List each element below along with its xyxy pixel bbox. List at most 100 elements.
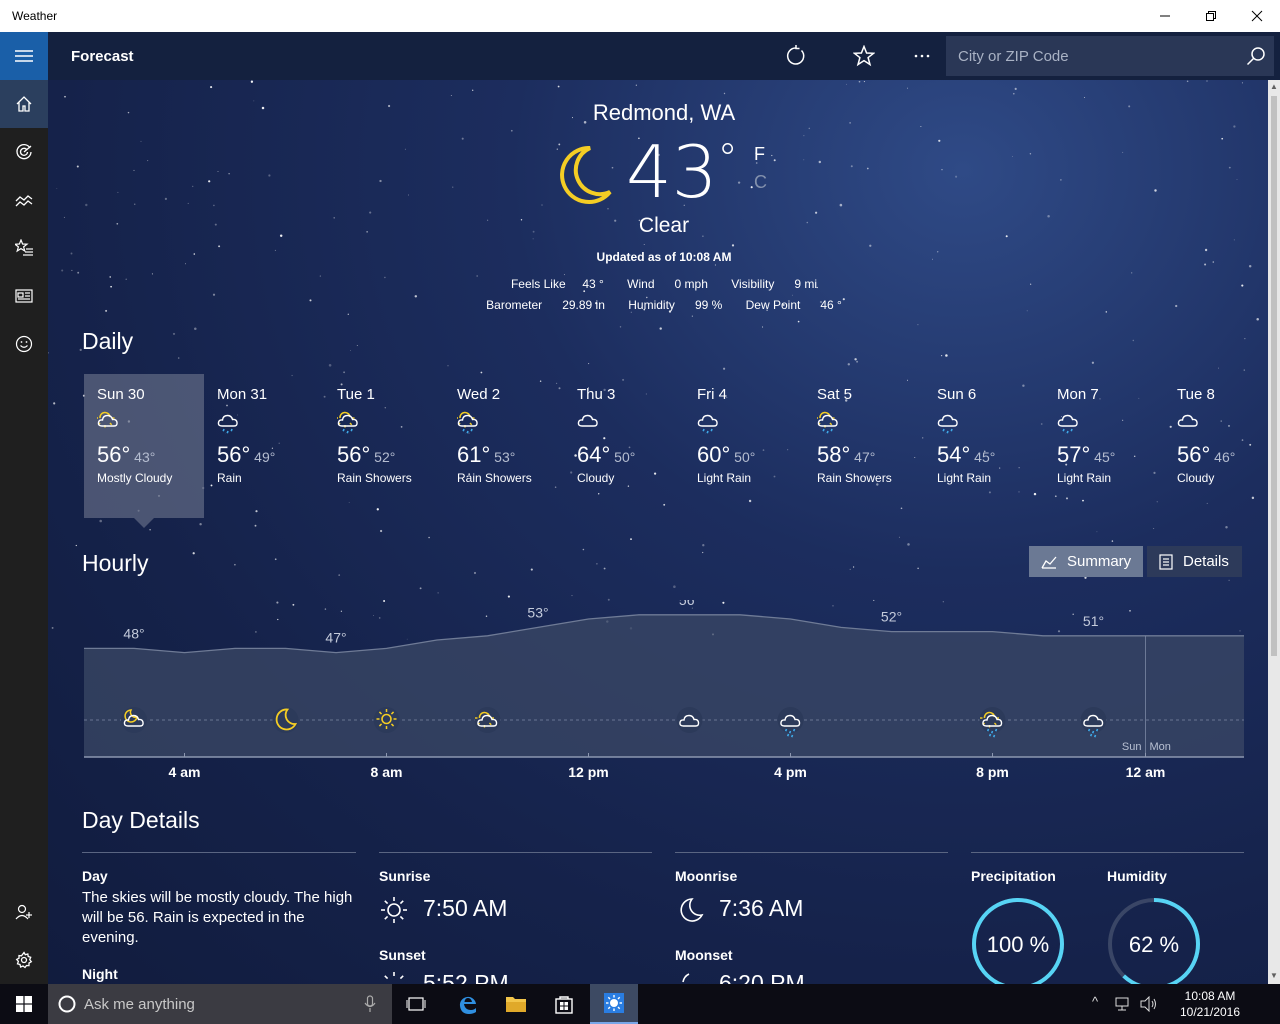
task-view-button[interactable] xyxy=(396,984,436,1024)
star-dot xyxy=(563,274,565,276)
star-dot xyxy=(76,165,79,168)
daily-card[interactable]: Tue 8 56° 46° Cloudy xyxy=(1164,374,1268,518)
restore-button[interactable] xyxy=(1188,0,1234,32)
stat-wind: Wind 0 mph xyxy=(627,277,708,291)
scroll-down-icon[interactable]: ▼ xyxy=(1268,970,1280,982)
stat-humidity: Humidity 99 % xyxy=(628,298,723,312)
star-dot xyxy=(917,567,919,570)
hamburger-button[interactable] xyxy=(0,32,48,80)
cortana-search[interactable]: Ask me anything xyxy=(48,984,392,1024)
volume-icon[interactable] xyxy=(1140,996,1158,1012)
star-dot xyxy=(659,327,662,330)
daily-low: 49° xyxy=(250,449,276,465)
star-dot xyxy=(194,327,197,331)
unit-fahrenheit[interactable]: F xyxy=(754,144,765,165)
nav-historical[interactable] xyxy=(0,176,48,224)
star-dot xyxy=(75,544,77,547)
radar-icon xyxy=(16,144,32,160)
location-name: Redmond, WA xyxy=(592,100,736,125)
nav-forecast[interactable] xyxy=(0,80,48,128)
star-dot xyxy=(945,354,948,357)
minimize-button[interactable] xyxy=(1142,0,1188,32)
scrollbar[interactable]: ▲ ▼ xyxy=(1268,80,1280,984)
close-button[interactable] xyxy=(1234,0,1280,32)
refresh-button[interactable] xyxy=(772,32,820,80)
daily-condition: Light Rain xyxy=(937,471,992,485)
star-dot xyxy=(723,367,726,370)
scroll-up-icon[interactable]: ▲ xyxy=(1268,81,1280,93)
start-button[interactable] xyxy=(0,984,48,1024)
cloud-icon xyxy=(1177,414,1198,427)
daily-card[interactable]: Mon 7 57° 45° Light Rain xyxy=(1044,374,1164,518)
star-dot xyxy=(437,592,439,594)
star-icon xyxy=(853,45,875,67)
nav-settings[interactable] xyxy=(0,936,48,984)
star-dot xyxy=(571,595,573,597)
store-icon xyxy=(555,996,573,1014)
network-icon[interactable] xyxy=(1114,996,1132,1012)
edge-taskbar-button[interactable] xyxy=(444,984,492,1024)
star-dot xyxy=(607,208,609,210)
daily-card[interactable]: Thu 3 64° 50° Cloudy xyxy=(564,374,684,518)
nav-feedback[interactable] xyxy=(0,320,48,368)
file-explorer-taskbar-button[interactable] xyxy=(492,984,540,1024)
star-dot xyxy=(941,169,943,171)
weather-taskbar-button[interactable] xyxy=(590,984,638,1024)
sun-rain-icon xyxy=(455,411,478,438)
microphone-icon[interactable] xyxy=(364,995,376,1013)
nav-news[interactable] xyxy=(0,272,48,320)
clock-date[interactable]: 10/21/2016 xyxy=(1170,1005,1250,1019)
store-taskbar-button[interactable] xyxy=(540,984,588,1024)
nav-places[interactable] xyxy=(0,224,48,272)
unit-celsius[interactable]: C xyxy=(754,172,767,193)
daily-condition: Light Rain xyxy=(697,471,752,485)
daily-card[interactable]: Sun 6 54° 45° Light Rain xyxy=(924,374,1044,518)
search-icon[interactable] xyxy=(1246,46,1266,66)
daily-low: 52° xyxy=(370,449,396,465)
star-dot xyxy=(1225,526,1228,529)
daily-card[interactable]: Sun 30 56° 43° Mostly Cloudy xyxy=(84,374,204,518)
hourly-temp-label: 56° xyxy=(679,600,700,608)
daily-high: 56° xyxy=(1177,442,1211,467)
moonrise-icon xyxy=(680,898,704,922)
daily-card[interactable]: Mon 31 56° 49° Rain xyxy=(204,374,324,518)
window-title: Weather xyxy=(12,9,58,23)
star-dot xyxy=(1091,361,1095,364)
star-dot xyxy=(134,203,136,205)
daily-card[interactable]: Fri 4 60° 50° Light Rain xyxy=(684,374,804,518)
details-toggle[interactable]: Details xyxy=(1147,546,1242,577)
tray-overflow-icon[interactable]: ^ xyxy=(1092,994,1098,1009)
gear-icon xyxy=(15,951,33,969)
star-dot xyxy=(1228,579,1230,581)
hourly-heading: Hourly xyxy=(82,550,149,576)
star-dot xyxy=(213,204,215,207)
nav-maps[interactable] xyxy=(0,128,48,176)
axis-hour-label: 12 pm xyxy=(568,764,608,780)
star-dot xyxy=(797,320,800,323)
summary-toggle[interactable]: Summary xyxy=(1029,546,1143,577)
daily-temps: 60° 50° xyxy=(697,442,791,468)
star-dot xyxy=(863,81,865,83)
partly-sunny-icon xyxy=(95,411,118,428)
favorite-button[interactable] xyxy=(840,32,888,80)
scrollbar-thumb[interactable] xyxy=(1271,96,1277,656)
star-dot xyxy=(356,345,358,346)
daily-condition: Rain Showers xyxy=(817,471,892,485)
daily-low: 47° xyxy=(850,449,876,465)
daily-card[interactable]: Wed 2 61° 53° Rain Showers xyxy=(444,374,564,518)
clock-time[interactable]: 10:08 AM xyxy=(1170,989,1250,1003)
daily-condition: Mostly Cloudy xyxy=(97,471,173,485)
nav-account[interactable] xyxy=(0,888,48,936)
star-dot xyxy=(1084,96,1086,98)
star-dot xyxy=(1122,151,1124,153)
page-title: Forecast xyxy=(71,48,134,65)
task-view-icon xyxy=(406,997,426,1011)
search-input[interactable] xyxy=(946,36,1236,76)
daily-card[interactable]: Tue 1 56° 52° Rain Showers xyxy=(324,374,444,518)
daily-card[interactable]: Sat 5 58° 47° Rain Showers xyxy=(804,374,924,518)
star-dot xyxy=(77,271,80,274)
daily-day-name: Sun 30 xyxy=(97,386,145,403)
daily-day-name: Mon 31 xyxy=(217,386,268,403)
more-button[interactable] xyxy=(898,32,946,80)
precipitation-label: Precipitation xyxy=(971,868,1056,884)
